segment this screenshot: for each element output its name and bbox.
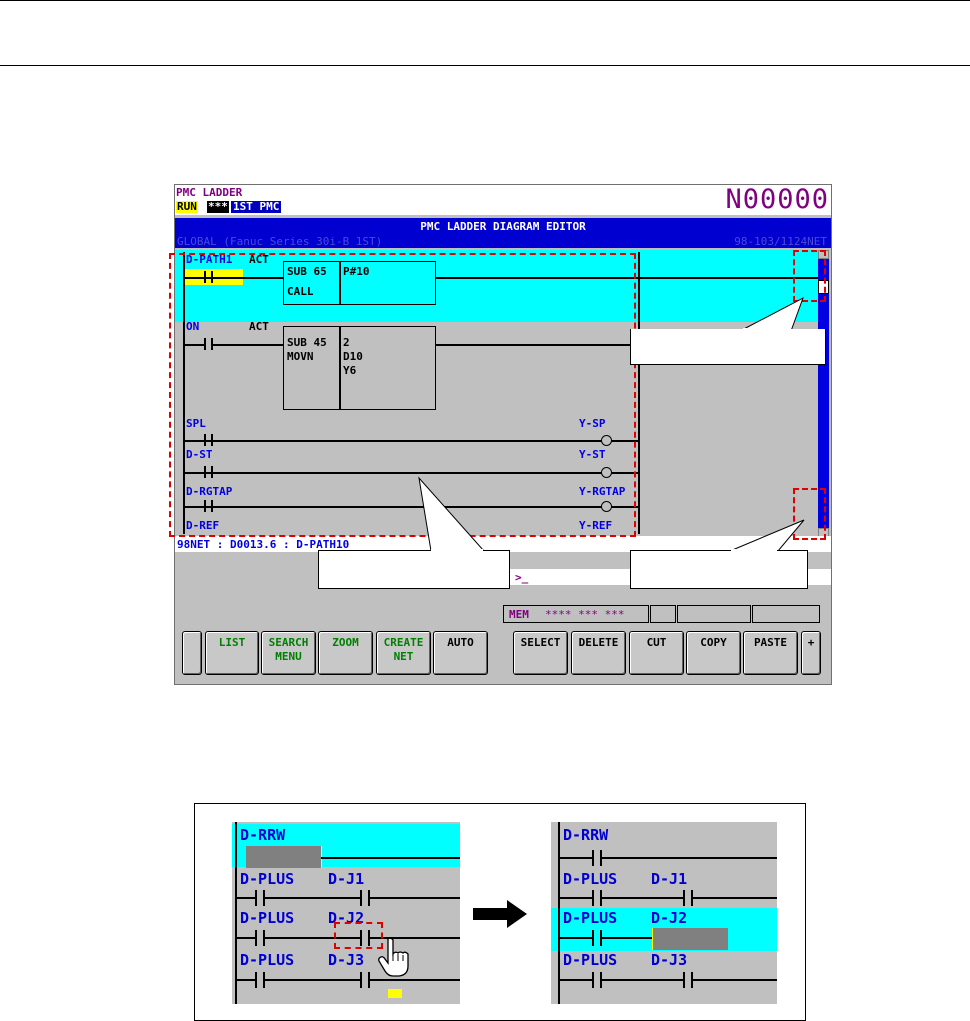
row1-label: D-RRW xyxy=(563,826,609,844)
contact-gap xyxy=(594,936,600,940)
contact-bar xyxy=(691,972,693,988)
row4-label-a: D-PLUS xyxy=(563,951,618,969)
row3-label-a: D-PLUS xyxy=(240,909,295,927)
contact-gap xyxy=(257,978,263,982)
contact-bar xyxy=(263,972,265,988)
contact-bar xyxy=(691,890,693,906)
panel-after: D-RRW D-PLUS D-J1 D-PLUS D-J2 D-PLUS D-J… xyxy=(551,822,777,1004)
contact-bar xyxy=(600,972,602,988)
row2-label-a: D-PLUS xyxy=(240,870,295,888)
contact-gap xyxy=(685,896,691,900)
row1-label: D-RRW xyxy=(240,826,286,844)
callout-scrollbar xyxy=(630,329,826,365)
row2-label-a: D-PLUS xyxy=(563,870,618,888)
callout-joint xyxy=(743,328,790,331)
row3-label-a: D-PLUS xyxy=(563,909,618,927)
contact-bar xyxy=(600,930,602,946)
contact-bar xyxy=(600,890,602,906)
row4-label-b: D-J3 xyxy=(651,951,688,969)
row2-label-b: D-J1 xyxy=(328,870,365,888)
power-rail xyxy=(558,908,560,951)
contact-gap xyxy=(362,896,368,900)
wire xyxy=(321,857,460,859)
hand-pointer-icon xyxy=(378,937,409,977)
contact-gap xyxy=(362,978,368,982)
contact-gap xyxy=(594,856,600,860)
panel-before: D-RRW D-PLUS D-J1 D-PLUS D-J2 D-PLUS D-J… xyxy=(232,822,460,1004)
row2-label-b: D-J1 xyxy=(651,870,688,888)
contact-gap xyxy=(594,896,600,900)
touch-indicator xyxy=(388,989,402,998)
row3-label-b: D-J2 xyxy=(651,909,688,927)
cursor-move-figure: D-RRW D-PLUS D-J1 D-PLUS D-J2 D-PLUS D-J… xyxy=(194,803,806,1021)
wire xyxy=(560,937,652,939)
cursor-block[interactable] xyxy=(246,846,322,868)
wire xyxy=(237,897,460,899)
row4-label-a: D-PLUS xyxy=(240,951,295,969)
callout-ladder-area xyxy=(318,550,510,589)
tap-target-highlight xyxy=(334,922,383,949)
arrow-right-icon xyxy=(473,900,527,928)
callout-scroll-bottom xyxy=(630,550,808,589)
cursor-block[interactable] xyxy=(652,928,728,950)
contact-bar xyxy=(368,972,370,988)
contact-gap xyxy=(257,896,263,900)
contact-gap xyxy=(685,978,691,982)
wire xyxy=(237,979,460,981)
row4-label-b: D-J3 xyxy=(328,951,365,969)
contact-gap xyxy=(257,936,263,940)
power-rail xyxy=(235,822,237,1004)
contact-bar xyxy=(368,890,370,906)
contact-gap xyxy=(594,978,600,982)
contact-bar xyxy=(263,930,265,946)
callout-joint xyxy=(731,549,777,552)
callout-joint xyxy=(431,549,483,552)
contact-bar xyxy=(600,850,602,866)
contact-bar xyxy=(263,890,265,906)
